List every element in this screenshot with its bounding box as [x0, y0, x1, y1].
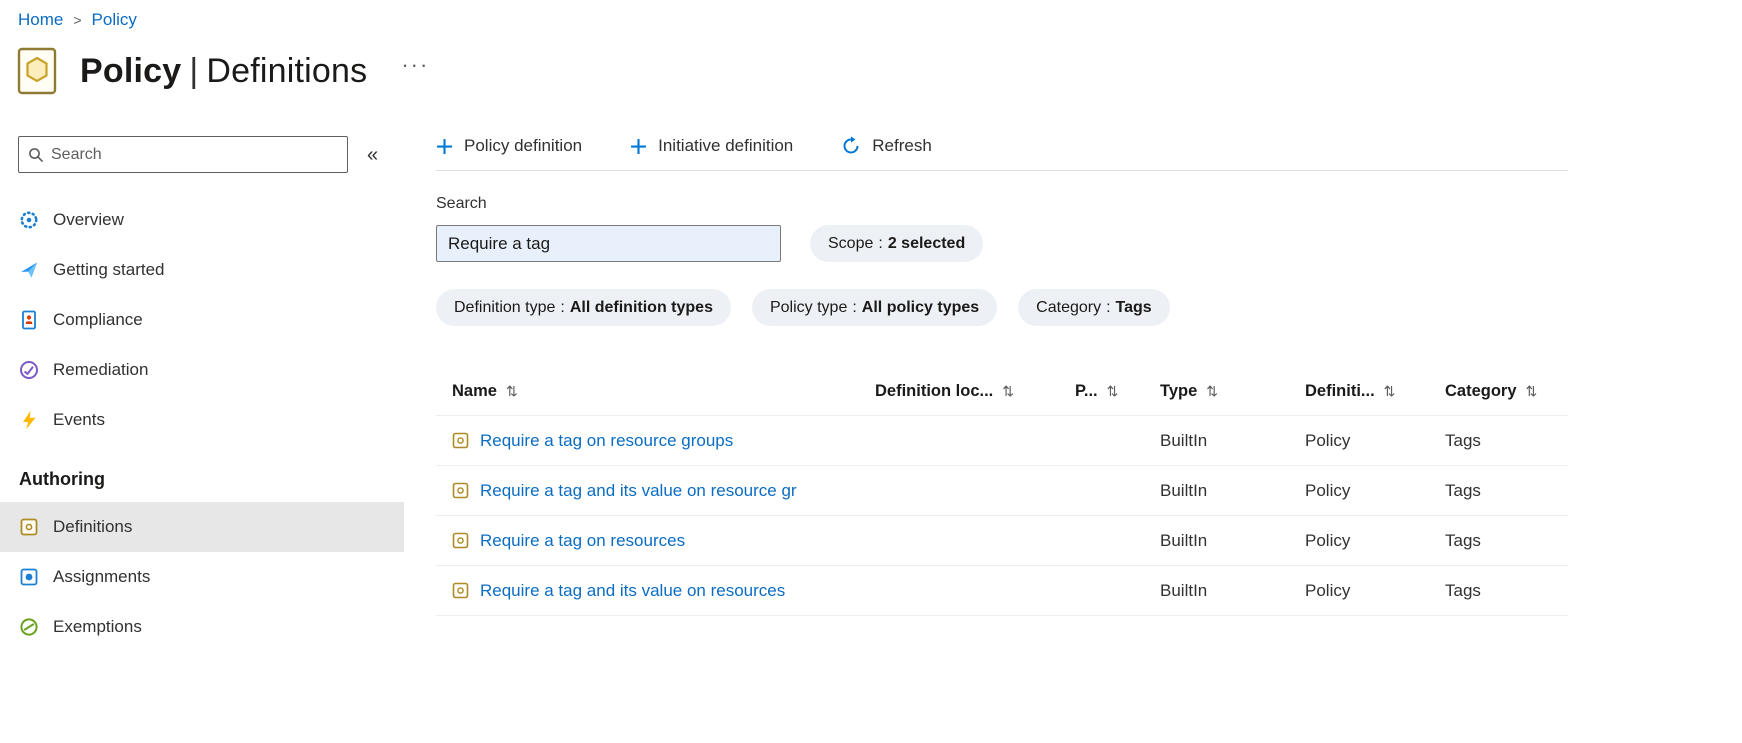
cell-type: BuiltIn	[1160, 530, 1208, 550]
policy-definition-button[interactable]: Policy definition	[436, 136, 582, 156]
definition-link[interactable]: Require a tag on resource groups	[480, 431, 733, 451]
filter-pill-definition-type[interactable]: Definition type: All definition types	[436, 289, 731, 326]
sort-icon: ⇅	[1383, 383, 1396, 399]
page-header: Policy | Definitions ···	[16, 46, 1742, 96]
definition-link[interactable]: Require a tag and its value on resources	[480, 581, 785, 601]
cell-definition-type: Policy	[1305, 580, 1351, 600]
policy-definition-icon	[452, 482, 469, 499]
column-header-definition-type[interactable]: Definiti... ⇅	[1305, 382, 1445, 401]
sort-icon: ⇅	[1525, 383, 1538, 399]
definitions-table: Name ⇅ Definition loc... ⇅ P... ⇅ Type ⇅ Def…	[436, 368, 1568, 616]
sidebar-item-label: Remediation	[53, 360, 149, 379]
getting-started-icon	[19, 260, 39, 280]
sidebar-item-getting-started[interactable]: Getting started	[0, 245, 404, 295]
sidebar-item-compliance[interactable]: Compliance	[0, 295, 404, 345]
sort-icon: ⇅	[1106, 383, 1119, 399]
definitions-icon	[19, 517, 39, 537]
sidebar-item-events[interactable]: Events	[0, 395, 404, 445]
refresh-icon	[841, 136, 861, 156]
sidebar-item-label: Definitions	[53, 517, 133, 536]
cell-definition-type: Policy	[1305, 480, 1351, 500]
breadcrumb-home-link[interactable]: Home	[18, 10, 63, 29]
policy-definition-icon	[452, 432, 469, 449]
definition-link[interactable]: Require a tag on resources	[480, 531, 685, 551]
filter-pill-scope[interactable]: Scope:2 selected	[810, 225, 984, 262]
sidebar-item-overview[interactable]: Overview	[0, 195, 404, 245]
sidebar-item-label: Overview	[53, 210, 124, 229]
plus-icon	[630, 138, 647, 155]
cell-type: BuiltIn	[1160, 580, 1208, 600]
sort-icon: ⇅	[1002, 383, 1014, 399]
breadcrumb-separator: >	[73, 12, 82, 28]
remediation-icon	[19, 360, 39, 380]
cell-definition-type: Policy	[1305, 530, 1351, 550]
table-row[interactable]: Require a tag on resource groups BuiltIn…	[436, 416, 1568, 466]
sidebar-item-label: Exemptions	[53, 617, 142, 636]
initiative-definition-label: Initiative definition	[658, 136, 794, 155]
cell-category: Tags	[1445, 430, 1481, 450]
overview-icon	[19, 210, 39, 230]
sidebar-item-label: Compliance	[53, 310, 143, 329]
sidebar-item-remediation[interactable]: Remediation	[0, 345, 404, 395]
definition-search-input[interactable]	[436, 225, 781, 262]
definition-link[interactable]: Require a tag and its value on resource …	[480, 481, 797, 501]
sidebar-item-assignments[interactable]: Assignments	[0, 552, 404, 602]
plus-icon	[436, 138, 453, 155]
initiative-definition-button[interactable]: Initiative definition	[630, 136, 793, 156]
sort-icon: ⇅	[505, 383, 518, 399]
sidebar-nav: Overview Getting started Compliance Reme…	[0, 195, 404, 652]
column-header-p[interactable]: P... ⇅	[1075, 382, 1160, 401]
toolbar-divider	[436, 170, 1568, 171]
sidebar-collapse-button[interactable]: «	[363, 141, 382, 169]
column-header-name[interactable]: Name ⇅	[452, 382, 875, 401]
policy-page-icon	[16, 46, 58, 96]
more-menu-button[interactable]: ···	[401, 52, 429, 78]
search-label: Search	[436, 195, 487, 212]
compliance-icon	[19, 310, 39, 330]
sidebar: « Overview Getting started Compliance	[0, 136, 404, 652]
search-icon	[28, 147, 44, 163]
sidebar-item-label: Getting started	[53, 260, 165, 279]
page-title: Policy | Definitions	[80, 51, 368, 90]
sidebar-search-input[interactable]	[51, 145, 338, 164]
table-row[interactable]: Require a tag and its value on resource …	[436, 466, 1568, 516]
sidebar-item-label: Events	[53, 410, 105, 429]
cell-category: Tags	[1445, 580, 1481, 600]
column-header-definition-location[interactable]: Definition loc... ⇅	[875, 382, 1075, 401]
table-row[interactable]: Require a tag and its value on resources…	[436, 566, 1568, 616]
command-bar: Policy definition Initiative definition …	[436, 136, 1568, 170]
cell-type: BuiltIn	[1160, 480, 1208, 500]
column-header-type[interactable]: Type ⇅	[1160, 382, 1305, 401]
exemptions-icon	[19, 617, 39, 637]
column-header-category[interactable]: Category ⇅	[1445, 382, 1568, 401]
refresh-label: Refresh	[872, 136, 932, 155]
main-content: Policy definition Initiative definition …	[436, 136, 1568, 652]
cell-category: Tags	[1445, 480, 1481, 500]
sidebar-item-definitions[interactable]: Definitions	[0, 502, 404, 552]
policy-definition-icon	[452, 582, 469, 599]
breadcrumb: Home > Policy	[0, 0, 1742, 30]
refresh-button[interactable]: Refresh	[841, 136, 932, 156]
breadcrumb-policy-link[interactable]: Policy	[92, 10, 137, 29]
cell-definition-type: Policy	[1305, 430, 1351, 450]
sidebar-item-exemptions[interactable]: Exemptions	[0, 602, 404, 652]
policy-definition-label: Policy definition	[464, 136, 583, 155]
filter-pill-policy-type[interactable]: Policy type: All policy types	[751, 289, 998, 326]
sort-icon: ⇅	[1206, 383, 1219, 399]
policy-definition-icon	[452, 532, 469, 549]
cell-type: BuiltIn	[1160, 430, 1208, 450]
assignments-icon	[19, 567, 39, 587]
sidebar-item-label: Assignments	[53, 567, 151, 586]
sidebar-section-authoring: Authoring	[19, 469, 105, 489]
filter-pill-category[interactable]: Category: Tags	[1018, 289, 1170, 326]
table-row[interactable]: Require a tag on resources BuiltIn Polic…	[436, 516, 1568, 566]
table-header-row: Name ⇅ Definition loc... ⇅ P... ⇅ Type ⇅ Def…	[436, 368, 1568, 416]
events-icon	[19, 410, 39, 430]
sidebar-search-box[interactable]	[18, 136, 348, 173]
cell-category: Tags	[1445, 530, 1481, 550]
